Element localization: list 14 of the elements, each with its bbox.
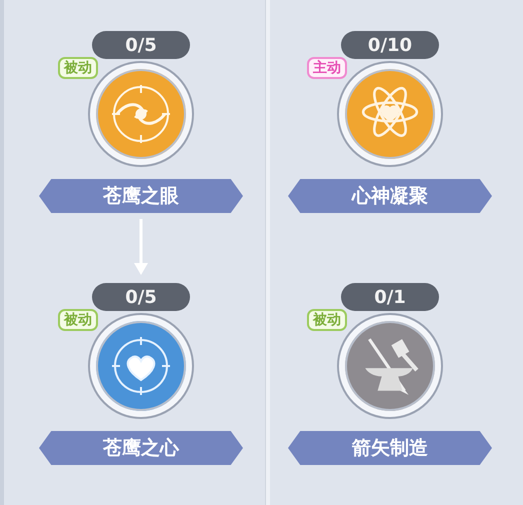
level-counter: 0/5: [92, 31, 190, 59]
skill-type-tag: 主动: [307, 57, 347, 79]
skill-name-banner: 箭矢制造: [288, 431, 492, 465]
level-counter: 0/5: [92, 283, 190, 311]
level-counter: 0/10: [341, 31, 439, 59]
swirl-eye-icon: [109, 82, 173, 146]
skill-type-tag: 被动: [307, 309, 347, 331]
skill-name-banner: 苍鹰之眼: [39, 179, 243, 213]
skill-name-banner: 苍鹰之心: [39, 431, 243, 465]
skill-type-tag: 被动: [58, 57, 98, 79]
skill-name-banner: 心神凝聚: [288, 179, 492, 213]
level-counter: 0/1: [341, 283, 439, 311]
skill-type-tag: 被动: [58, 309, 98, 331]
heart-target-icon: [109, 334, 173, 398]
